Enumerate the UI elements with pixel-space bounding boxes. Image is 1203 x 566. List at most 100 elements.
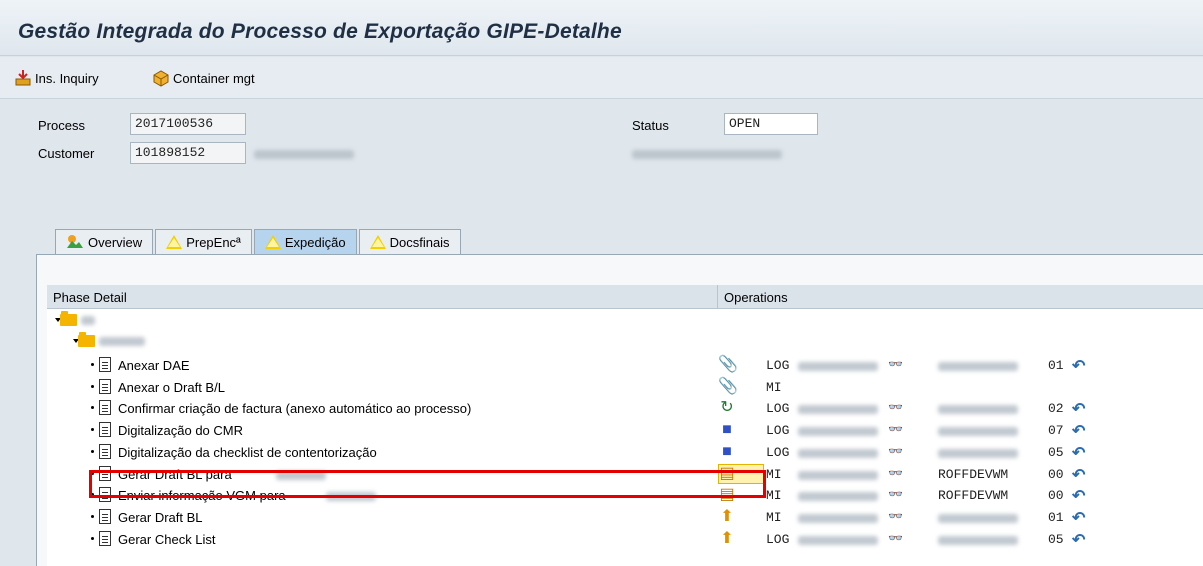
generate-icon[interactable]: ⬆ xyxy=(718,530,736,548)
status-label: Status xyxy=(632,118,669,133)
generate-doc-icon[interactable]: ▤ xyxy=(718,465,736,483)
phase-row[interactable]: Digitalização do CMR ■ LOG 👓 07 ↶ xyxy=(46,419,1203,441)
phase-label[interactable]: Gerar Draft BL xyxy=(118,510,203,525)
tab-expedicao[interactable]: Expedição xyxy=(253,229,357,254)
attach-icon[interactable]: 📎 xyxy=(718,378,738,396)
phase-label[interactable]: Gerar Draft BL para xyxy=(118,467,232,482)
redacted-text xyxy=(798,514,878,523)
display-icon[interactable]: 👓 xyxy=(888,400,903,414)
phase-row[interactable]: Anexar DAE 📎 LOG 👓 01 ↶ xyxy=(46,354,1203,376)
operation-type: MI xyxy=(766,488,782,503)
ins-inquiry-button[interactable]: Ins. Inquiry xyxy=(14,67,99,89)
process-field[interactable]: 2017100536 xyxy=(130,113,246,135)
phase-label[interactable]: Anexar DAE xyxy=(118,358,190,373)
folder-icon xyxy=(60,311,77,326)
bullet-icon xyxy=(91,363,94,366)
bullet-icon xyxy=(91,493,94,496)
undo-icon[interactable]: ↶ xyxy=(1072,530,1085,550)
generate-doc-icon[interactable]: ▤ xyxy=(718,486,736,504)
attach-icon[interactable]: 📎 xyxy=(718,356,738,374)
document-icon xyxy=(99,400,111,415)
operation-type: MI xyxy=(766,510,782,525)
phase-row[interactable]: Digitalização da checklist de contentori… xyxy=(46,441,1203,463)
tab-prepenc[interactable]: PrepEncª xyxy=(155,229,252,254)
phase-row[interactable]: Anexar o Draft B/L 📎 MI xyxy=(46,376,1203,398)
undo-icon[interactable]: ↶ xyxy=(1072,486,1085,506)
bullet-icon xyxy=(91,385,94,388)
scan-icon[interactable]: ■ xyxy=(718,421,736,439)
tree-node-sub[interactable] xyxy=(47,330,1203,352)
status-field[interactable]: OPEN xyxy=(724,113,818,135)
customer-field[interactable]: 101898152 xyxy=(130,142,246,164)
undo-icon[interactable]: ↶ xyxy=(1072,421,1085,441)
undo-icon[interactable]: ↶ xyxy=(1072,399,1085,419)
tree-header: Phase Detail Operations xyxy=(47,285,1203,309)
operation-count: 00 xyxy=(1048,467,1064,482)
generate-icon[interactable]: ⬆ xyxy=(718,508,736,526)
redacted-text xyxy=(81,316,95,325)
display-icon[interactable]: 👓 xyxy=(888,422,903,436)
container-mgt-label: Container mgt xyxy=(173,70,255,86)
column-phase-detail[interactable]: Phase Detail xyxy=(53,290,127,305)
page-title: Gestão Integrada do Processo de Exportaç… xyxy=(18,20,622,43)
operation-count: 05 xyxy=(1048,445,1064,460)
operation-count: 01 xyxy=(1048,358,1064,373)
tab-overview[interactable]: Overview xyxy=(55,229,154,254)
container-mgt-button[interactable]: Container mgt xyxy=(152,67,255,89)
redacted-text xyxy=(938,362,1018,371)
tab-prepenc-label: PrepEncª xyxy=(186,234,241,250)
phase-row[interactable]: Gerar Draft BL ⬆ MI 👓 01 ↶ xyxy=(46,506,1203,528)
phase-row[interactable]: Gerar Check List ⬆ LOG 👓 05 ↶ xyxy=(46,528,1203,550)
operation-type: LOG xyxy=(766,445,790,460)
phase-row[interactable]: Gerar Draft BL para ▤ MI 👓 ROFFDEVWM 00 ↶ xyxy=(46,463,1203,485)
bullet-icon xyxy=(91,515,94,518)
undo-icon[interactable]: ↶ xyxy=(1072,508,1085,528)
phase-label[interactable]: Confirmar criação de factura (anexo auto… xyxy=(118,401,471,416)
operation-type: LOG xyxy=(766,423,790,438)
display-icon[interactable]: 👓 xyxy=(888,531,903,545)
undo-icon[interactable]: ↶ xyxy=(1072,443,1085,463)
tab-expedicao-label: Expedição xyxy=(284,234,346,250)
document-icon xyxy=(99,531,111,546)
bullet-icon xyxy=(91,472,94,475)
operation-type: MI xyxy=(766,467,782,482)
tab-docsfinais[interactable]: Docsfinais xyxy=(358,229,461,254)
document-icon xyxy=(99,487,111,502)
document-icon xyxy=(99,422,111,437)
bullet-icon xyxy=(91,450,94,453)
document-icon xyxy=(99,357,111,372)
phase-label[interactable]: Anexar o Draft B/L xyxy=(118,380,225,395)
redacted-text xyxy=(326,492,376,501)
column-operations[interactable]: Operations xyxy=(717,285,794,309)
display-icon[interactable]: 👓 xyxy=(888,444,903,458)
redacted-text xyxy=(99,337,145,346)
display-icon[interactable]: 👓 xyxy=(888,509,903,523)
container-icon xyxy=(152,69,170,87)
phase-row[interactable]: Enviar informação VGM para ▤ MI 👓 ROFFDEVWM 0… xyxy=(46,484,1203,506)
undo-icon[interactable]: ↶ xyxy=(1072,465,1085,485)
redacted-text xyxy=(798,405,878,414)
confirm-icon[interactable]: ↻ xyxy=(718,399,736,417)
display-icon[interactable]: 👓 xyxy=(888,466,903,480)
operation-type: LOG xyxy=(766,401,790,416)
document-icon xyxy=(99,379,111,394)
phase-label[interactable]: Enviar informação VGM para xyxy=(118,488,286,503)
warning-icon xyxy=(166,235,183,249)
scan-icon[interactable]: ■ xyxy=(718,443,736,461)
phase-label[interactable]: Digitalização da checklist de contentori… xyxy=(118,445,377,460)
document-icon xyxy=(99,466,111,481)
phase-row[interactable]: Confirmar criação de factura (anexo auto… xyxy=(46,397,1203,419)
ins-inquiry-label: Ins. Inquiry xyxy=(35,70,99,86)
redacted-text xyxy=(798,427,878,436)
operation-user: ROFFDEVWM xyxy=(938,488,1009,503)
tree-node-root[interactable] xyxy=(47,309,1203,331)
display-icon[interactable]: 👓 xyxy=(888,357,903,371)
display-icon[interactable]: 👓 xyxy=(888,487,903,501)
phase-label[interactable]: Digitalização do CMR xyxy=(118,423,243,438)
operation-count: 02 xyxy=(1048,401,1064,416)
bullet-icon xyxy=(91,406,94,409)
phase-label[interactable]: Gerar Check List xyxy=(118,532,216,547)
redacted-text xyxy=(938,405,1018,414)
undo-icon[interactable]: ↶ xyxy=(1072,356,1085,376)
process-label: Process xyxy=(38,118,85,133)
